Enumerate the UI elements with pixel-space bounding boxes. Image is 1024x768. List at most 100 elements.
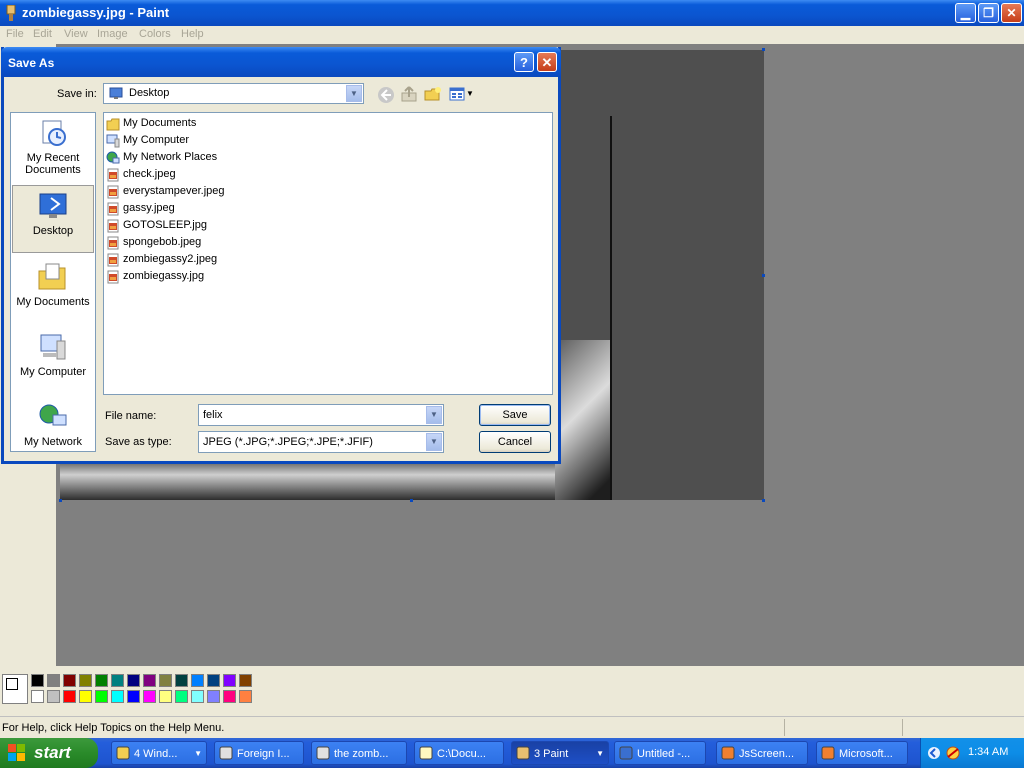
chevron-down-icon[interactable]: ▼	[426, 433, 442, 451]
color-swatch[interactable]	[239, 674, 252, 687]
color-swatch[interactable]	[159, 690, 172, 703]
place-my-documents[interactable]: My Documents	[12, 261, 94, 321]
file-name: My Network Places	[123, 151, 218, 163]
dialog-help-button[interactable]: ?	[514, 52, 534, 72]
network-places-icon	[106, 151, 120, 164]
desktop-icon	[109, 87, 123, 99]
color-swatch[interactable]	[31, 690, 44, 703]
menu-bar: File Edit View Image Colors Help	[0, 26, 1024, 44]
file-name: everystampever.jpeg	[123, 185, 225, 197]
back-arrow-icon[interactable]	[927, 746, 941, 760]
window-title: zombiegassy.jpg - Paint	[22, 5, 170, 20]
browser-icon	[219, 746, 233, 760]
computer-icon	[106, 134, 120, 148]
taskbar-button[interactable]: Foreign I...	[214, 741, 304, 765]
color-swatch[interactable]	[191, 690, 204, 703]
menu-colors[interactable]: Colors	[139, 28, 171, 40]
dialog-close-button[interactable]: ✕	[537, 52, 557, 72]
taskbar-button[interactable]: the zomb...	[311, 741, 407, 765]
save-button[interactable]: Save	[479, 404, 551, 426]
dialog-title-bar[interactable]: Save As	[1, 47, 561, 77]
color-swatch[interactable]	[239, 690, 252, 703]
place-my-computer[interactable]: My Computer	[12, 331, 94, 391]
maximize-button[interactable]: ❐	[978, 3, 999, 23]
taskbar-button[interactable]: 4 Wind... ▼	[111, 741, 207, 765]
place-recent-documents[interactable]: My Recent Documents	[12, 117, 94, 183]
taskbar-button[interactable]: C:\Docu...	[414, 741, 504, 765]
color-swatch[interactable]	[111, 674, 124, 687]
resize-handle[interactable]	[762, 274, 765, 277]
color-swatch[interactable]	[47, 674, 60, 687]
resize-handle[interactable]	[59, 499, 62, 502]
desktop-icon	[39, 193, 67, 218]
save-in-value: Desktop	[129, 87, 170, 99]
color-swatch[interactable]	[31, 674, 44, 687]
view-dropdown-arrow-icon[interactable]: ▼	[466, 89, 474, 98]
place-label: My Network	[23, 436, 83, 448]
dialog-title: Save As	[8, 56, 55, 70]
color-swatch[interactable]	[223, 690, 236, 703]
menu-view[interactable]: View	[64, 28, 88, 40]
taskbar-button[interactable]: 3 Paint ▼	[511, 741, 609, 765]
color-swatch[interactable]	[127, 690, 140, 703]
taskbar-button[interactable]: Untitled -...	[614, 741, 706, 765]
resize-handle[interactable]	[762, 499, 765, 502]
view-menu-icon[interactable]	[449, 86, 467, 104]
up-folder-icon[interactable]	[400, 85, 418, 103]
color-swatch[interactable]	[127, 674, 140, 687]
taskbar-button[interactable]: JsScreen...	[716, 741, 808, 765]
taskbar-button-label: Microsoft...	[839, 748, 893, 760]
menu-file[interactable]: File	[6, 28, 24, 40]
color-swatch[interactable]	[143, 674, 156, 687]
jpeg-file-icon	[107, 202, 119, 216]
places-bar: My Recent Documents Desktop My Documents…	[10, 112, 96, 452]
color-swatch[interactable]	[223, 674, 236, 687]
new-folder-icon[interactable]	[424, 85, 442, 103]
color-swatch[interactable]	[47, 690, 60, 703]
resize-handle[interactable]	[762, 48, 765, 51]
save-in-dropdown[interactable]: Desktop ▼	[103, 83, 364, 104]
save-as-type-dropdown[interactable]: JPEG (*.JPG;*.JPEG;*.JPE;*.JFIF) ▼	[198, 431, 444, 453]
color-swatch[interactable]	[63, 674, 76, 687]
color-swatch[interactable]	[63, 690, 76, 703]
close-button[interactable]: ✕	[1001, 3, 1022, 23]
folder-icon	[106, 118, 120, 131]
clock: 1:34 AM	[968, 746, 1009, 758]
cancel-button[interactable]: Cancel	[479, 431, 551, 453]
color-swatch[interactable]	[207, 690, 220, 703]
file-name: zombiegassy.jpg	[123, 270, 205, 282]
file-name: zombiegassy2.jpeg	[123, 253, 218, 265]
file-list[interactable]: My Documents My Computer My Network Places…	[103, 112, 553, 395]
menu-help[interactable]: Help	[181, 28, 204, 40]
file-name-field[interactable]: felix ▼	[198, 404, 444, 426]
taskbar-button-label: C:\Docu...	[437, 748, 486, 760]
taskbar-button[interactable]: Microsoft...	[816, 741, 908, 765]
file-name: gassy.jpeg	[123, 202, 175, 214]
tray-app-icon[interactable]	[945, 745, 961, 761]
color-swatch[interactable]	[79, 674, 92, 687]
resize-handle[interactable]	[410, 499, 413, 502]
app-icon	[721, 746, 735, 760]
chevron-down-icon[interactable]: ▼	[426, 406, 442, 424]
color-swatch[interactable]	[207, 674, 220, 687]
browser-icon	[316, 746, 330, 760]
color-swatch[interactable]	[175, 690, 188, 703]
color-swatch[interactable]	[95, 674, 108, 687]
menu-image[interactable]: Image	[97, 28, 128, 40]
color-swatch[interactable]	[143, 690, 156, 703]
color-swatch[interactable]	[191, 674, 204, 687]
menu-edit[interactable]: Edit	[33, 28, 52, 40]
paint-title-bar[interactable]: zombiegassy.jpg - Paint	[0, 0, 1024, 26]
minimize-button[interactable]: ▁	[955, 3, 976, 23]
file-name-value[interactable]: felix	[203, 409, 223, 421]
color-swatch[interactable]	[95, 690, 108, 703]
place-desktop[interactable]: Desktop	[12, 185, 94, 253]
color-swatch[interactable]	[159, 674, 172, 687]
color-swatch[interactable]	[79, 690, 92, 703]
chevron-down-icon[interactable]: ▼	[346, 85, 362, 102]
canvas-image-fragment	[555, 340, 611, 500]
place-my-network[interactable]: My Network	[12, 401, 94, 449]
color-swatch[interactable]	[175, 674, 188, 687]
color-swatch[interactable]	[111, 690, 124, 703]
back-button-icon[interactable]	[377, 86, 395, 104]
